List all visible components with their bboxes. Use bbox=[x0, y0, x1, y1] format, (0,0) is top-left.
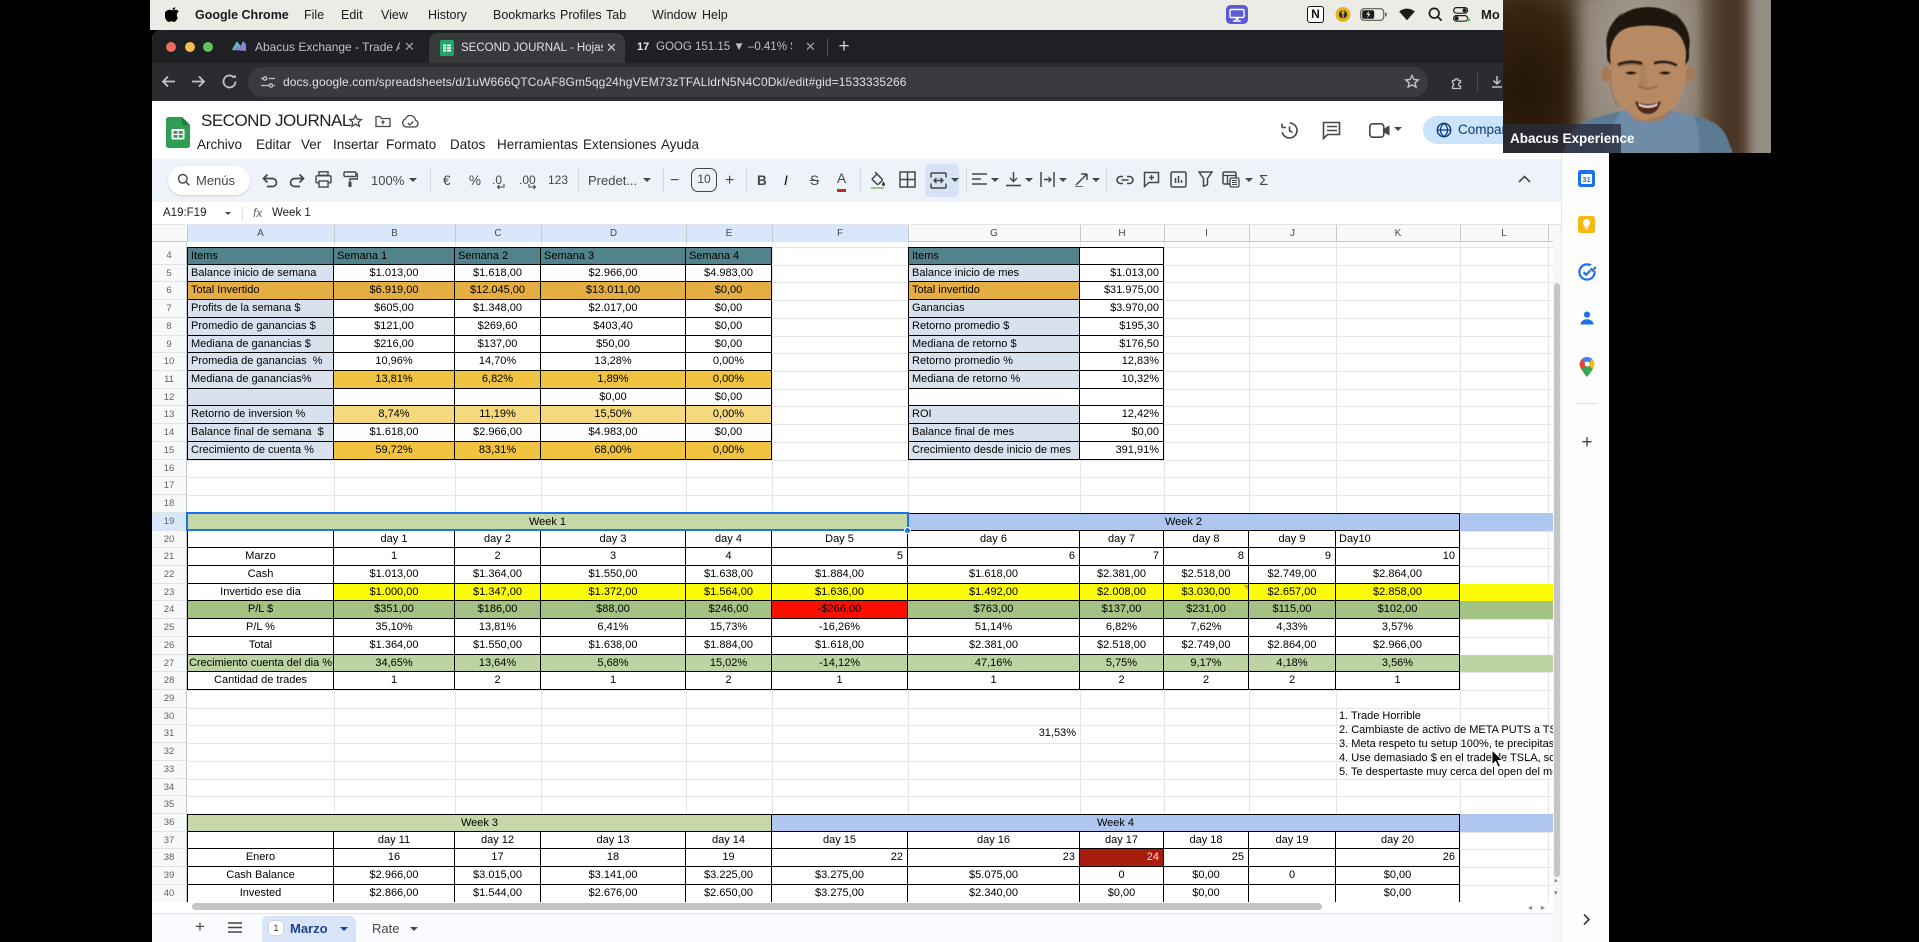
svg-text:31: 31 bbox=[1582, 175, 1590, 184]
